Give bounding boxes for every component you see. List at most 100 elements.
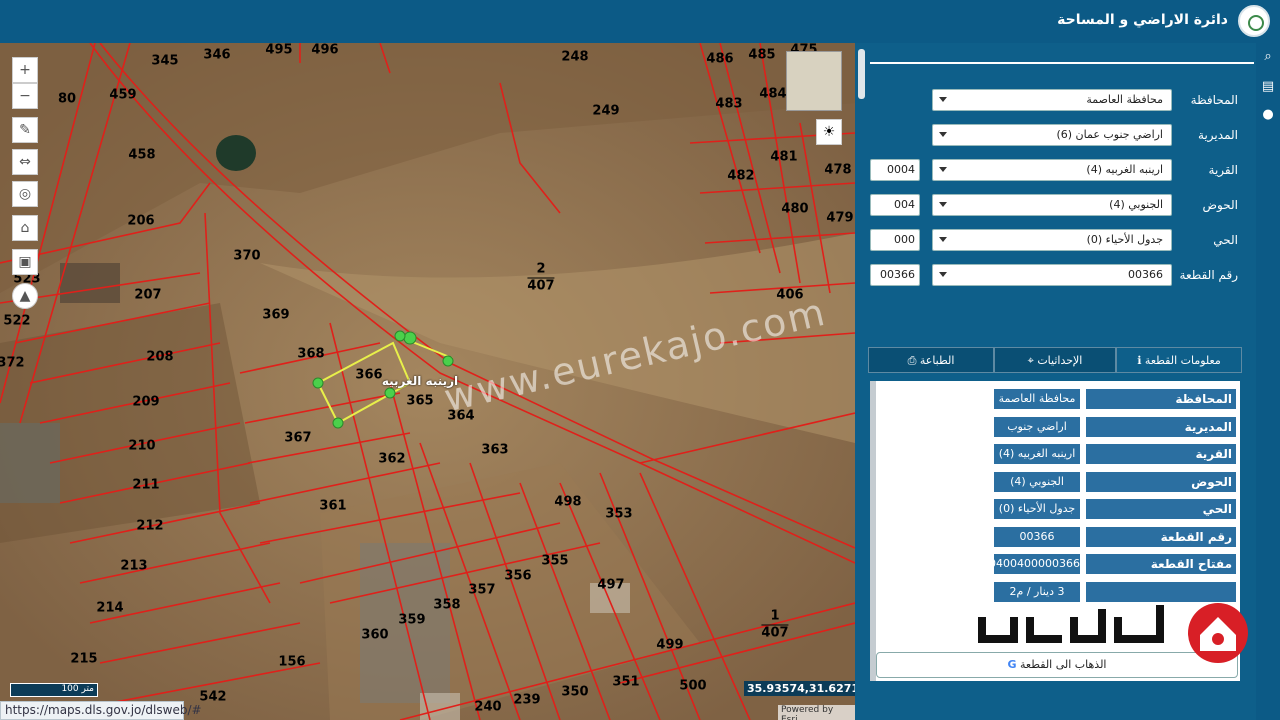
field-code-input[interactable]: 004 xyxy=(870,194,920,216)
parcel-number: 479 xyxy=(826,210,854,226)
info-row: الجنوبي (4) الحوض xyxy=(876,470,1240,492)
parcel-number: 372 xyxy=(0,355,25,371)
parcel-number: 248 xyxy=(561,49,589,65)
draw-tool-icon[interactable]: ✎ xyxy=(12,117,38,143)
eureka-logo-watermark xyxy=(978,603,1248,663)
map-layers-icon[interactable]: ▤ xyxy=(1260,79,1276,95)
panel-scrollbar[interactable] xyxy=(855,43,868,720)
fraction-numerator: 1 xyxy=(770,608,780,624)
form-row: القرية ارينبه الغربيه (4) 0004 xyxy=(868,159,1256,183)
info-value: 00366 xyxy=(994,526,1080,547)
field-label: الحوض xyxy=(1202,198,1238,212)
field-label: المحافظة xyxy=(1190,93,1238,107)
field-select[interactable]: اراضي جنوب عمان (6) xyxy=(932,124,1172,146)
parcel-number: 345 xyxy=(151,53,179,69)
field-code-input[interactable]: 0004 xyxy=(870,159,920,181)
field-select[interactable]: محافظة العاصمة xyxy=(932,89,1172,111)
parcel-number: 500 xyxy=(679,678,707,694)
parcel-number: 249 xyxy=(592,103,620,119)
light-toggle-icon[interactable]: ☀ xyxy=(816,119,842,145)
parcel-number: 365 xyxy=(406,393,434,409)
parcel-number: 366 xyxy=(355,367,383,383)
field-select[interactable]: ارينبه الغربيه (4) xyxy=(932,159,1172,181)
fraction-denominator: 407 xyxy=(527,277,555,294)
top-bar: دائرة الاراضي و المساحة xyxy=(0,0,1280,43)
chevron-down-icon xyxy=(939,132,947,137)
field-code-input[interactable]: 000 xyxy=(870,229,920,251)
zoom-out-button[interactable]: − xyxy=(12,83,38,109)
field-code-input[interactable]: 00366 xyxy=(870,264,920,286)
info-value: جدول الأحياء (0) xyxy=(994,499,1080,519)
field-select[interactable]: جدول الأحياء (0) xyxy=(932,229,1172,251)
zoom-in-button[interactable]: + xyxy=(12,57,38,83)
parcel-number: 480 xyxy=(781,201,809,217)
parcel-number: 239 xyxy=(513,692,541,708)
overview-minimap[interactable] xyxy=(786,51,842,111)
parcel-number: 213 xyxy=(120,558,148,574)
info-key: القرية xyxy=(1086,444,1236,464)
info-value: ارينبه الغربيه (4) xyxy=(994,444,1080,464)
parcel-number: 210 xyxy=(128,438,156,454)
panel-tabs: ℹ معلومات القطعة ⌖ الإحداثيات ⎙ الطباعة xyxy=(868,347,1242,373)
chevron-down-icon xyxy=(939,202,947,207)
parcel-number: 211 xyxy=(132,477,160,493)
field-label: القرية xyxy=(1208,163,1238,177)
search-icon[interactable]: ⌕ xyxy=(1260,49,1276,65)
parcel-number: 496 xyxy=(311,43,339,58)
parcel-number: 406 xyxy=(776,287,804,303)
parcel-number: 498 xyxy=(554,494,582,510)
parcel-number: 522 xyxy=(3,313,31,329)
parcel-number: 367 xyxy=(284,430,312,446)
home-icon[interactable]: ⌂ xyxy=(12,215,38,241)
locate-icon[interactable]: ◎ xyxy=(12,181,38,207)
parcel-number: 495 xyxy=(265,43,293,58)
parcel-number: 361 xyxy=(319,498,347,514)
measure-icon[interactable]: ⇔ xyxy=(12,149,38,175)
parcel-number: 356 xyxy=(504,568,532,584)
field-select[interactable]: الجنوبي (4) xyxy=(932,194,1172,216)
field-label: رقم القطعة xyxy=(1179,268,1238,282)
info-key: رقم القطعة xyxy=(1086,526,1236,547)
tab-parcel-info[interactable]: ℹ معلومات القطعة xyxy=(1116,347,1242,373)
compass-icon[interactable]: ▲ xyxy=(12,283,38,309)
parcel-number: 214 xyxy=(96,600,124,616)
chevron-down-icon xyxy=(939,237,947,242)
parcel-number: 240 xyxy=(474,699,502,715)
info-key: الحوض xyxy=(1086,471,1236,492)
chevron-down-icon xyxy=(939,97,947,102)
app-title: دائرة الاراضي و المساحة xyxy=(1057,12,1228,28)
parcel-number: 355 xyxy=(541,553,569,569)
parcel-number: 497 xyxy=(597,577,625,593)
info-row: اراضي جنوب عمان (6) المديرية xyxy=(876,415,1240,453)
parcel-number: 483 xyxy=(715,96,743,112)
layers-icon[interactable]: ▣ xyxy=(12,249,38,275)
parcel-fraction-label: 2 407 xyxy=(527,262,555,295)
form-row: المحافظة محافظة العاصمة xyxy=(868,89,1256,113)
chevron-down-icon xyxy=(939,167,947,172)
parcel-number: 359 xyxy=(398,612,426,628)
parcel-number: 207 xyxy=(134,287,162,303)
esri-credit: Powered by Esri xyxy=(778,705,855,720)
map-view[interactable]: www.eurekajo.com ارينبه الغربيه 345 346 49… xyxy=(0,43,855,720)
parcel-number: 209 xyxy=(132,394,160,410)
tab-coordinates[interactable]: ⌖ الإحداثيات xyxy=(994,347,1116,373)
info-key: المديرية xyxy=(1086,416,1236,437)
parcel-number: 212 xyxy=(136,518,164,534)
parcel-number: 358 xyxy=(433,597,461,613)
field-select[interactable]: 00366 xyxy=(932,264,1172,286)
parcel-number: 486 xyxy=(706,51,734,67)
info-row: محافظة العاصمة المحافظة xyxy=(876,387,1240,409)
location-pin-icon[interactable]: ● xyxy=(1260,107,1276,123)
info-key: مفتاح القطعة xyxy=(1086,554,1236,574)
fraction-denominator: 407 xyxy=(761,624,789,641)
parcel-number: 485 xyxy=(748,47,776,63)
form-row: رقم القطعة 00366 00366 xyxy=(868,264,1256,288)
parcel-number: 369 xyxy=(262,307,290,323)
form-row: الحي جدول الأحياء (0) 000 xyxy=(868,229,1256,253)
parcel-number: 357 xyxy=(468,582,496,598)
tab-print[interactable]: ⎙ الطباعة xyxy=(868,347,994,373)
info-value: الجنوبي (4) xyxy=(994,471,1080,492)
field-label: المديرية xyxy=(1198,128,1238,142)
form-row: الحوض الجنوبي (4) 004 xyxy=(868,194,1256,218)
parcel-number: 353 xyxy=(605,506,633,522)
